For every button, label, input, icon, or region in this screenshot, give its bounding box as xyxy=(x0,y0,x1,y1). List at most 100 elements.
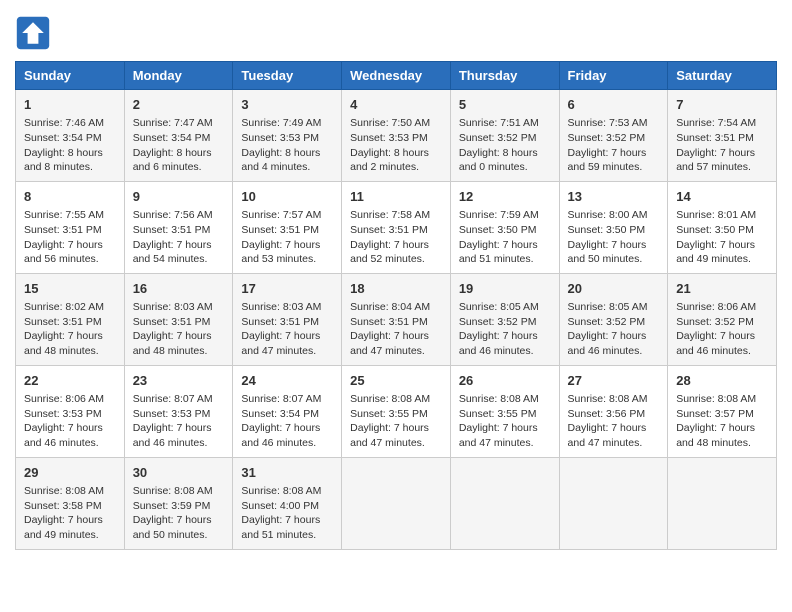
day-cell: 20 Sunrise: 8:05 AM Sunset: 3:52 PM Dayli… xyxy=(559,273,668,365)
day-number: 13 xyxy=(568,188,660,206)
day-info: Sunrise: 8:06 AM Sunset: 3:53 PM Dayligh… xyxy=(24,392,116,451)
day-info: Sunrise: 8:08 AM Sunset: 3:55 PM Dayligh… xyxy=(350,392,442,451)
day-cell: 24 Sunrise: 8:07 AM Sunset: 3:54 PM Dayli… xyxy=(233,365,342,457)
day-cell: 19 Sunrise: 8:05 AM Sunset: 3:52 PM Dayli… xyxy=(450,273,559,365)
calendar-table: SundayMondayTuesdayWednesdayThursdayFrid… xyxy=(15,61,777,550)
day-info: Sunrise: 8:07 AM Sunset: 3:54 PM Dayligh… xyxy=(241,392,333,451)
day-info: Sunrise: 8:08 AM Sunset: 3:56 PM Dayligh… xyxy=(568,392,660,451)
day-cell: 5Sunrise: 7:51 AM Sunset: 3:52 PM Daylig… xyxy=(450,90,559,182)
day-number: 28 xyxy=(676,372,768,390)
day-cell: 11 Sunrise: 7:58 AM Sunset: 3:51 PM Dayli… xyxy=(342,181,451,273)
day-number: 22 xyxy=(24,372,116,390)
day-cell: 7 Sunrise: 7:54 AM Sunset: 3:51 PM Daylig… xyxy=(668,90,777,182)
day-number: 8 xyxy=(24,188,116,206)
day-info: Sunrise: 8:01 AM Sunset: 3:50 PM Dayligh… xyxy=(676,208,768,267)
day-number: 11 xyxy=(350,188,442,206)
day-number: 27 xyxy=(568,372,660,390)
day-number: 14 xyxy=(676,188,768,206)
day-cell: 22 Sunrise: 8:06 AM Sunset: 3:53 PM Dayli… xyxy=(16,365,125,457)
header xyxy=(15,15,777,51)
day-info: Sunrise: 7:47 AM Sunset: 3:54 PM Dayligh… xyxy=(133,116,225,175)
day-info: Sunrise: 8:08 AM Sunset: 3:57 PM Dayligh… xyxy=(676,392,768,451)
day-number: 7 xyxy=(676,96,768,114)
column-header-monday: Monday xyxy=(124,62,233,90)
day-number: 15 xyxy=(24,280,116,298)
day-number: 18 xyxy=(350,280,442,298)
logo xyxy=(15,15,55,51)
day-cell: 16 Sunrise: 8:03 AM Sunset: 3:51 PM Dayli… xyxy=(124,273,233,365)
day-number: 26 xyxy=(459,372,551,390)
week-row-1: 1Sunrise: 7:46 AM Sunset: 3:54 PM Daylig… xyxy=(16,90,777,182)
day-info: Sunrise: 7:54 AM Sunset: 3:51 PM Dayligh… xyxy=(676,116,768,175)
day-cell: 28 Sunrise: 8:08 AM Sunset: 3:57 PM Dayli… xyxy=(668,365,777,457)
day-cell: 17 Sunrise: 8:03 AM Sunset: 3:51 PM Dayli… xyxy=(233,273,342,365)
logo-icon xyxy=(15,15,51,51)
day-number: 2 xyxy=(133,96,225,114)
day-number: 6 xyxy=(568,96,660,114)
day-number: 23 xyxy=(133,372,225,390)
day-cell xyxy=(342,457,451,549)
day-info: Sunrise: 7:58 AM Sunset: 3:51 PM Dayligh… xyxy=(350,208,442,267)
day-info: Sunrise: 7:50 AM Sunset: 3:53 PM Dayligh… xyxy=(350,116,442,175)
day-cell: 1Sunrise: 7:46 AM Sunset: 3:54 PM Daylig… xyxy=(16,90,125,182)
day-number: 25 xyxy=(350,372,442,390)
day-info: Sunrise: 8:07 AM Sunset: 3:53 PM Dayligh… xyxy=(133,392,225,451)
column-header-wednesday: Wednesday xyxy=(342,62,451,90)
day-info: Sunrise: 8:03 AM Sunset: 3:51 PM Dayligh… xyxy=(241,300,333,359)
day-info: Sunrise: 8:08 AM Sunset: 3:55 PM Dayligh… xyxy=(459,392,551,451)
day-number: 29 xyxy=(24,464,116,482)
week-row-4: 22 Sunrise: 8:06 AM Sunset: 3:53 PM Dayli… xyxy=(16,365,777,457)
day-number: 3 xyxy=(241,96,333,114)
day-cell: 3Sunrise: 7:49 AM Sunset: 3:53 PM Daylig… xyxy=(233,90,342,182)
day-cell: 6 Sunrise: 7:53 AM Sunset: 3:52 PM Daylig… xyxy=(559,90,668,182)
day-number: 21 xyxy=(676,280,768,298)
day-info: Sunrise: 7:57 AM Sunset: 3:51 PM Dayligh… xyxy=(241,208,333,267)
day-cell: 27 Sunrise: 8:08 AM Sunset: 3:56 PM Dayli… xyxy=(559,365,668,457)
day-number: 17 xyxy=(241,280,333,298)
day-number: 20 xyxy=(568,280,660,298)
day-cell: 31Sunrise: 8:08 AM Sunset: 4:00 PM Dayli… xyxy=(233,457,342,549)
day-cell: 26 Sunrise: 8:08 AM Sunset: 3:55 PM Dayli… xyxy=(450,365,559,457)
day-cell: 10 Sunrise: 7:57 AM Sunset: 3:51 PM Dayli… xyxy=(233,181,342,273)
column-header-friday: Friday xyxy=(559,62,668,90)
day-cell: 23 Sunrise: 8:07 AM Sunset: 3:53 PM Dayli… xyxy=(124,365,233,457)
week-row-5: 29Sunrise: 8:08 AM Sunset: 3:58 PM Dayli… xyxy=(16,457,777,549)
day-info: Sunrise: 8:04 AM Sunset: 3:51 PM Dayligh… xyxy=(350,300,442,359)
header-row: SundayMondayTuesdayWednesdayThursdayFrid… xyxy=(16,62,777,90)
week-row-3: 15Sunrise: 8:02 AM Sunset: 3:51 PM Dayli… xyxy=(16,273,777,365)
day-number: 19 xyxy=(459,280,551,298)
day-cell: 14 Sunrise: 8:01 AM Sunset: 3:50 PM Dayli… xyxy=(668,181,777,273)
day-info: Sunrise: 7:51 AM Sunset: 3:52 PM Dayligh… xyxy=(459,116,551,175)
column-header-sunday: Sunday xyxy=(16,62,125,90)
day-cell: 15Sunrise: 8:02 AM Sunset: 3:51 PM Dayli… xyxy=(16,273,125,365)
day-cell xyxy=(450,457,559,549)
day-number: 24 xyxy=(241,372,333,390)
day-cell xyxy=(668,457,777,549)
day-info: Sunrise: 8:05 AM Sunset: 3:52 PM Dayligh… xyxy=(568,300,660,359)
day-cell xyxy=(559,457,668,549)
day-cell: 4 Sunrise: 7:50 AM Sunset: 3:53 PM Daylig… xyxy=(342,90,451,182)
column-header-tuesday: Tuesday xyxy=(233,62,342,90)
day-number: 12 xyxy=(459,188,551,206)
day-cell: 25 Sunrise: 8:08 AM Sunset: 3:55 PM Dayli… xyxy=(342,365,451,457)
column-header-thursday: Thursday xyxy=(450,62,559,90)
day-cell: 18 Sunrise: 8:04 AM Sunset: 3:51 PM Dayli… xyxy=(342,273,451,365)
week-row-2: 8Sunrise: 7:55 AM Sunset: 3:51 PM Daylig… xyxy=(16,181,777,273)
day-info: Sunrise: 8:06 AM Sunset: 3:52 PM Dayligh… xyxy=(676,300,768,359)
day-info: Sunrise: 7:59 AM Sunset: 3:50 PM Dayligh… xyxy=(459,208,551,267)
day-info: Sunrise: 7:53 AM Sunset: 3:52 PM Dayligh… xyxy=(568,116,660,175)
column-header-saturday: Saturday xyxy=(668,62,777,90)
day-number: 9 xyxy=(133,188,225,206)
day-cell: 8Sunrise: 7:55 AM Sunset: 3:51 PM Daylig… xyxy=(16,181,125,273)
day-cell: 30Sunrise: 8:08 AM Sunset: 3:59 PM Dayli… xyxy=(124,457,233,549)
day-info: Sunrise: 8:05 AM Sunset: 3:52 PM Dayligh… xyxy=(459,300,551,359)
day-cell: 9Sunrise: 7:56 AM Sunset: 3:51 PM Daylig… xyxy=(124,181,233,273)
day-cell: 2 Sunrise: 7:47 AM Sunset: 3:54 PM Daylig… xyxy=(124,90,233,182)
day-number: 10 xyxy=(241,188,333,206)
day-number: 16 xyxy=(133,280,225,298)
day-info: Sunrise: 8:03 AM Sunset: 3:51 PM Dayligh… xyxy=(133,300,225,359)
day-cell: 21 Sunrise: 8:06 AM Sunset: 3:52 PM Dayli… xyxy=(668,273,777,365)
day-number: 4 xyxy=(350,96,442,114)
day-number: 30 xyxy=(133,464,225,482)
day-cell: 12 Sunrise: 7:59 AM Sunset: 3:50 PM Dayli… xyxy=(450,181,559,273)
